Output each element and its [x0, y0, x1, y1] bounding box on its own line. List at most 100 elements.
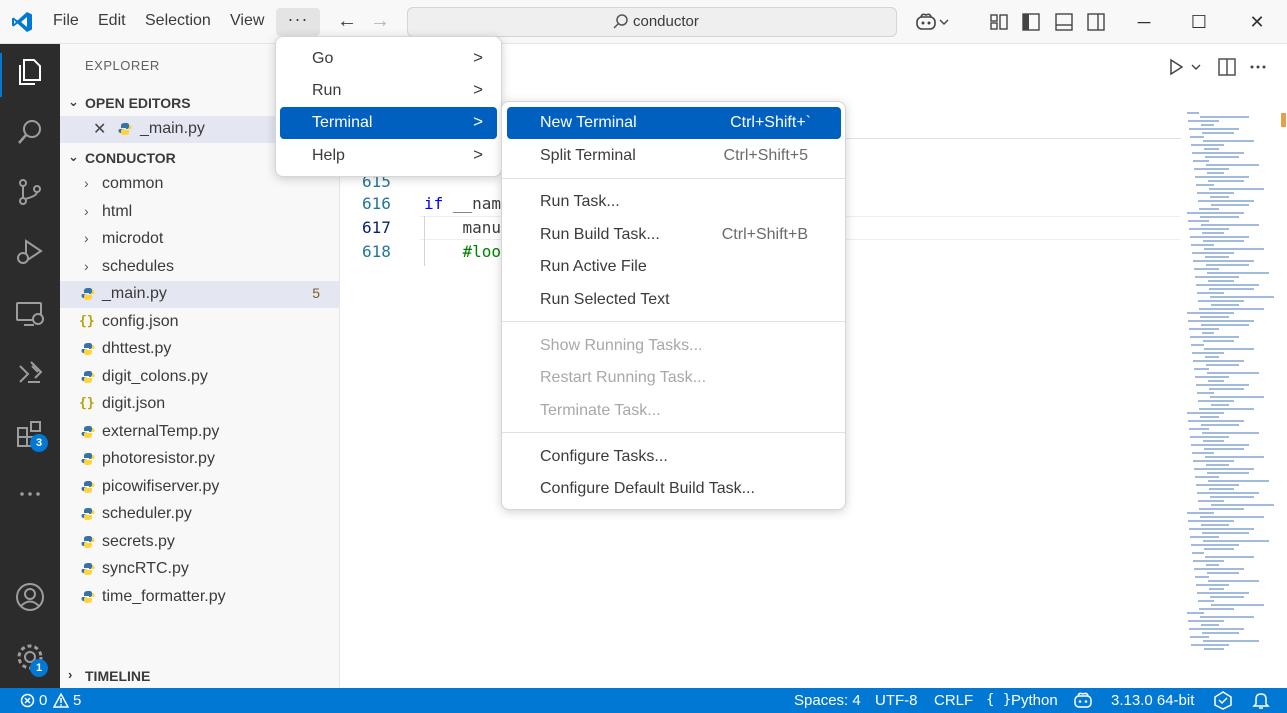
python-file-icon	[81, 590, 95, 603]
minimap-line	[1206, 164, 1259, 166]
search-icon[interactable]	[14, 116, 46, 148]
menu-item-new-terminal[interactable]: New Terminal Ctrl+Shift+`	[507, 107, 841, 139]
file-item[interactable]: syncRTC.py	[60, 556, 340, 583]
chevron-right-icon: ›	[68, 667, 73, 682]
chevron-down-icon[interactable]	[938, 12, 950, 32]
run-debug-icon[interactable]	[14, 236, 46, 268]
file-item[interactable]: externalTemp.py	[60, 419, 340, 446]
back-arrow-icon[interactable]: ←	[337, 10, 357, 33]
minimap-line	[1203, 640, 1259, 642]
minimap-line	[1201, 224, 1259, 226]
remote-explorer-icon[interactable]	[14, 298, 46, 330]
close-icon[interactable]: ✕	[93, 119, 106, 139]
python-file-icon	[81, 480, 95, 493]
menu-item-run-task[interactable]: Run Task...	[507, 186, 841, 218]
menu-item-label: Go	[312, 50, 334, 67]
menu-item-run-active-file[interactable]: Run Active File	[507, 251, 841, 283]
minimap-line	[1192, 352, 1224, 354]
extension-status-icon[interactable]	[1213, 691, 1233, 710]
menu-item-help[interactable]: Help >	[280, 140, 497, 172]
folder-item[interactable]: › html	[60, 199, 340, 226]
encoding-status[interactable]: UTF-8	[875, 692, 918, 709]
more-menus-button[interactable]: ···	[276, 8, 320, 36]
menu-item-go[interactable]: Go >	[280, 43, 497, 75]
timeline-section[interactable]: › TIMELINE	[60, 665, 340, 689]
customize-layout-icon[interactable]	[989, 12, 1009, 32]
line-number: 616	[362, 194, 391, 213]
menu-item-run-build-task[interactable]: Run Build Task... Ctrl+Shift+B	[507, 219, 841, 251]
file-item[interactable]: _main.py 5	[60, 281, 340, 308]
menu-item-shortcut: Ctrl+Shift+`	[730, 114, 811, 131]
file-item[interactable]: scheduler.py	[60, 501, 340, 528]
eol-status[interactable]: CRLF	[934, 692, 973, 709]
minimap-line	[1188, 320, 1254, 322]
menu-item-split-terminal[interactable]: Split Terminal Ctrl+Shift+5	[507, 140, 841, 172]
file-item[interactable]: {} digit.json	[60, 391, 340, 418]
language-braces-icon[interactable]: { }	[986, 692, 1011, 708]
file-item[interactable]: dhttest.py	[60, 336, 340, 363]
forward-arrow-icon[interactable]: →	[370, 10, 390, 33]
minimap-line	[1197, 392, 1214, 394]
file-item[interactable]: digit_colons.py	[60, 364, 340, 391]
problems-indicator[interactable]: 0 5	[18, 688, 88, 713]
menu-item-label: Help	[312, 147, 345, 164]
menu-file[interactable]: File	[53, 12, 79, 30]
copilot-icon[interactable]	[914, 12, 938, 32]
minimap[interactable]	[1182, 112, 1282, 657]
menu-view[interactable]: View	[230, 12, 264, 30]
file-label: digit_colons.py	[102, 367, 208, 385]
minimap-line	[1206, 264, 1249, 266]
language-mode-status[interactable]: Python	[1011, 692, 1058, 709]
menu-item-configure-default-build-task[interactable]: Configure Default Build Task...	[507, 473, 841, 505]
file-item[interactable]: {} config.json	[60, 309, 340, 336]
menu-item-terminal[interactable]: Terminal >	[280, 107, 497, 139]
notifications-bell-icon[interactable]	[1252, 691, 1270, 710]
close-window-button[interactable]: ✕	[1242, 8, 1272, 36]
minimap-line	[1193, 460, 1234, 462]
menu-item-run[interactable]: Run >	[280, 75, 497, 107]
file-label: externalTemp.py	[102, 422, 220, 440]
folder-item[interactable]: › schedules	[60, 254, 340, 281]
minimize-button[interactable]: ─	[1129, 8, 1159, 36]
toggle-sidebar-icon[interactable]	[1021, 12, 1041, 32]
file-item[interactable]: photoresistor.py	[60, 446, 340, 473]
minimap-line	[1190, 436, 1229, 438]
minimap-line	[1206, 564, 1219, 566]
minimap-line	[1200, 316, 1229, 318]
menu-item-restart-running-task: Restart Running Task...	[507, 362, 841, 394]
maximize-button[interactable]: ☐	[1184, 8, 1214, 36]
minimap-line	[1207, 572, 1239, 574]
line-number: 618	[362, 242, 391, 261]
account-icon[interactable]	[14, 581, 46, 613]
vscode-logo-icon[interactable]	[10, 10, 34, 34]
minimap-line	[1190, 136, 1204, 138]
menu-item-configure-tasks[interactable]: Configure Tasks...	[507, 441, 841, 473]
explorer-icon[interactable]	[14, 56, 46, 88]
toggle-panel-icon[interactable]	[1054, 12, 1074, 32]
more-icon[interactable]	[14, 478, 46, 510]
menu-selection[interactable]: Selection	[145, 12, 211, 30]
minimap-line	[1194, 368, 1209, 370]
folder-item[interactable]: › microdot	[60, 226, 340, 253]
minimap-line	[1187, 612, 1204, 614]
file-item[interactable]: picowifiserver.py	[60, 474, 340, 501]
indentation-status[interactable]: Spaces: 4	[794, 692, 861, 709]
file-item[interactable]: time_formatter.py	[60, 584, 340, 611]
run-python-file-icon[interactable]	[1167, 58, 1185, 76]
menu-item-run-selected-text[interactable]: Run Selected Text	[507, 284, 841, 316]
copilot-status-icon[interactable]	[1073, 692, 1093, 709]
command-center-search[interactable]: conductor	[407, 7, 897, 37]
file-item[interactable]: secrets.py	[60, 529, 340, 556]
python-file-icon	[81, 535, 95, 548]
minimap-line	[1191, 344, 1204, 346]
testing-icon[interactable]	[14, 358, 46, 390]
more-actions-icon[interactable]	[1248, 57, 1268, 77]
chevron-down-icon[interactable]	[1190, 60, 1202, 74]
split-editor-icon[interactable]	[1217, 57, 1237, 77]
python-interpreter-status[interactable]: 3.13.0 64-bit	[1111, 692, 1194, 709]
menu-edit[interactable]: Edit	[98, 12, 126, 30]
source-control-icon[interactable]	[14, 176, 46, 208]
menu-item-label: Run Selected Text	[540, 291, 670, 308]
minimap-line	[1207, 472, 1249, 474]
toggle-secondary-sidebar-icon[interactable]	[1086, 12, 1106, 32]
